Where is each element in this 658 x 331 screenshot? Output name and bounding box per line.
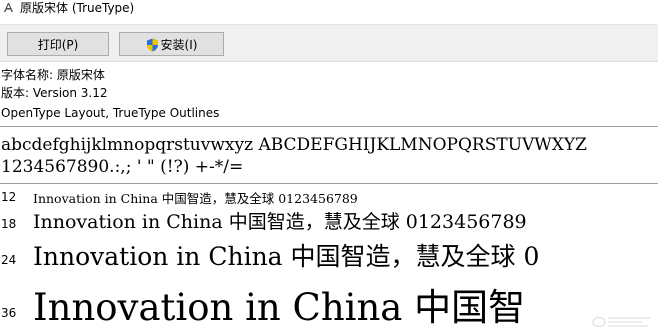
version-line: 版本: Version 3.12 xyxy=(1,86,108,100)
print-button-label: 打印(P) xyxy=(37,38,79,52)
sample-text: Innovation in China 中国智造，慧及全球 0 xyxy=(33,242,540,271)
sample-size-label: 24 xyxy=(1,253,17,267)
install-button[interactable]: 安装(I) xyxy=(119,32,224,56)
uac-shield-icon xyxy=(146,38,158,51)
sample-size-label: 36 xyxy=(1,306,17,320)
outline-type-line: OpenType Layout, TrueType Outlines xyxy=(1,106,220,120)
install-button-label: 安装(I) xyxy=(160,38,198,52)
sample-text: Innovation in China 中国智 xyxy=(33,286,526,329)
title-bar: 原版宋体 (TrueType) xyxy=(0,0,658,18)
sample-text: Innovation in China 中国智造，慧及全球 0123456789 xyxy=(33,211,527,233)
font-file-icon xyxy=(4,3,13,12)
divider xyxy=(0,183,658,184)
charset-letters: abcdefghijklmnopqrstuvwxyz ABCDEFGHIJKLM… xyxy=(1,135,587,155)
font-name-line: 字体名称: 原版宋体 xyxy=(1,68,105,82)
sample-text: Innovation in China 中国智造，慧及全球 0123456789 xyxy=(33,191,358,206)
watermark-logo xyxy=(592,316,650,328)
divider xyxy=(0,126,658,127)
toolbar: 打印(P) 安装(I) xyxy=(0,24,658,62)
window-title: 原版宋体 (TrueType) xyxy=(20,1,135,15)
charset-digits-symbols: 1234567890.:,; ' " (!?) +-*/= xyxy=(1,157,244,177)
print-button[interactable]: 打印(P) xyxy=(7,32,109,56)
sample-size-label: 12 xyxy=(1,190,17,204)
sample-size-label: 18 xyxy=(1,217,17,231)
